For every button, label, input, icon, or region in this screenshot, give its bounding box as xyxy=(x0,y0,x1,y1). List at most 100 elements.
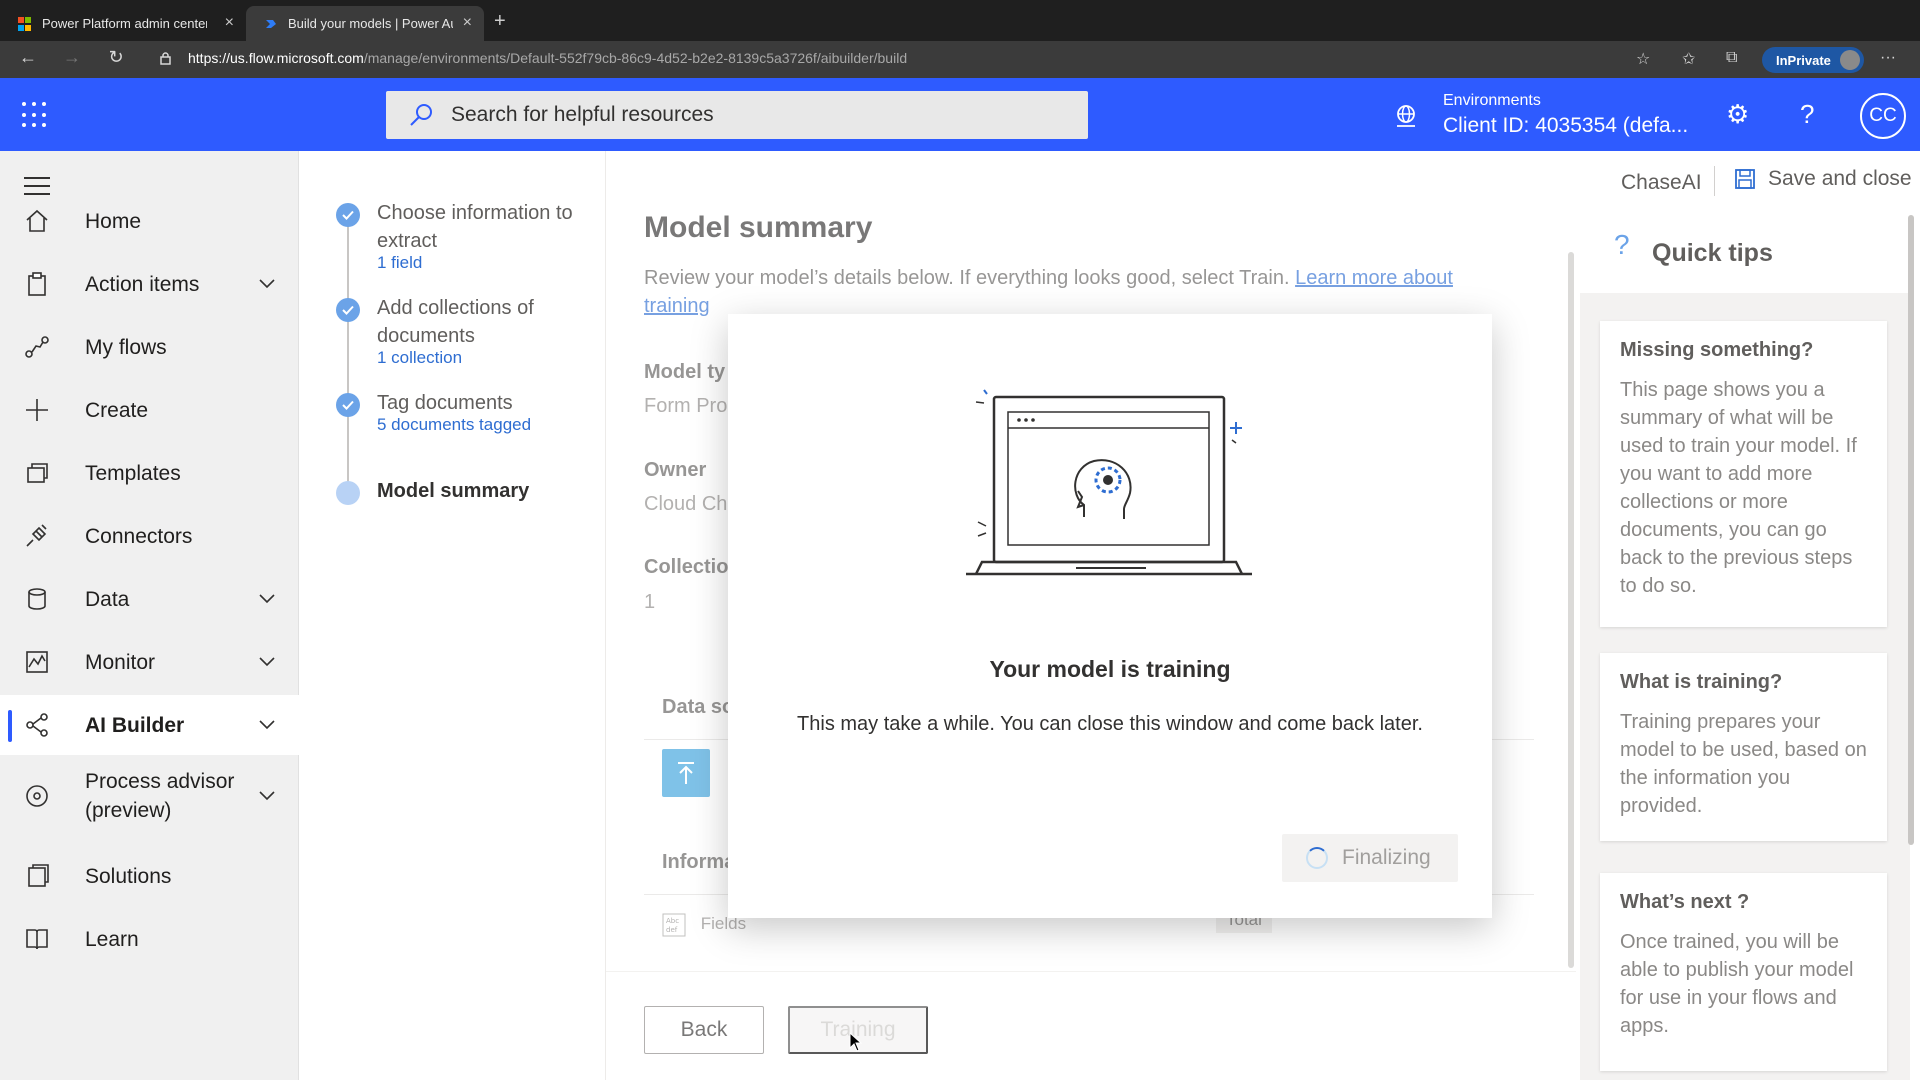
help-icon[interactable]: ? xyxy=(1800,99,1814,130)
clipboard-icon xyxy=(28,272,46,296)
back-arrow-icon[interactable]: ← xyxy=(16,47,40,68)
model-name: ChaseAI xyxy=(1621,171,1702,194)
chevron-down-icon[interactable] xyxy=(258,656,276,668)
mouse-cursor-icon xyxy=(849,1032,863,1052)
sidebar-item-monitor[interactable]: Monitor xyxy=(0,632,299,692)
step-title: Choose information to extract xyxy=(377,202,573,252)
inprivate-badge[interactable]: InPrivate xyxy=(1762,47,1864,73)
sidebar-item-home[interactable]: Home xyxy=(0,191,299,251)
new-tab-icon[interactable]: + xyxy=(494,10,506,33)
step-title: Add collections of documents xyxy=(377,297,534,347)
quick-tips-header: ? Quick tips xyxy=(1580,211,1910,293)
url-field[interactable]: https://us.flow.microsoft.com/manage/env… xyxy=(188,50,907,66)
avatar-initials: CC xyxy=(1869,105,1897,126)
app-launcher-icon[interactable] xyxy=(22,102,48,128)
finalizing-button[interactable]: Finalizing xyxy=(1282,834,1458,882)
sidebar-item-label: Process advisor (preview) xyxy=(85,770,235,822)
step-subtitle[interactable]: 1 field xyxy=(377,253,422,273)
sidebar-item-label: Home xyxy=(85,209,142,233)
add-favorite-icon[interactable]: ☆ xyxy=(1636,49,1650,69)
power-automate-icon xyxy=(266,20,276,28)
browser-tab-admin-center[interactable]: Power Platform admin center × xyxy=(0,6,246,41)
step-title: Tag documents xyxy=(377,392,513,414)
tip-body: This page shows you a summary of what wi… xyxy=(1620,379,1857,597)
sidebar-item-connectors[interactable]: Connectors xyxy=(0,506,299,566)
sidebar-item-label: Templates xyxy=(85,461,181,485)
sidebar-item-process-advisor-preview[interactable]: Process advisor (preview) xyxy=(0,758,299,834)
dialog-description: This may take a while. You can close thi… xyxy=(797,713,1423,735)
chevron-down-icon[interactable] xyxy=(258,719,276,731)
tip-card: Missing something? This page shows you a… xyxy=(1600,321,1887,627)
monitor-icon xyxy=(26,651,48,673)
laptop-brain-illustration xyxy=(966,389,1252,576)
checkmark-icon xyxy=(336,203,360,227)
flow-icon xyxy=(25,336,49,358)
stepper-line xyxy=(347,215,349,495)
sidebar-item-label: Solutions xyxy=(85,864,172,888)
tab-title: Build your models | Power Aut xyxy=(288,16,453,31)
refresh-icon[interactable]: ↻ xyxy=(104,47,128,68)
home-icon xyxy=(26,209,48,232)
quick-tips-title: Quick tips xyxy=(1652,239,1773,267)
close-tab-icon[interactable]: × xyxy=(463,14,472,32)
process-advisor-icon xyxy=(26,785,48,807)
avatar[interactable]: CC xyxy=(1860,93,1906,139)
save-and-close-button[interactable]: Save and close xyxy=(1734,167,1912,191)
gear-icon[interactable]: ⚙ xyxy=(1726,99,1749,130)
cylinder-icon xyxy=(28,588,46,610)
save-icon xyxy=(1735,169,1755,189)
training-dialog: Your model is training This may take a w… xyxy=(728,314,1492,918)
sidebar-item-label: Action items xyxy=(85,272,200,296)
command-bar: ChaseAI Save and close xyxy=(606,151,1920,211)
forward-arrow-icon[interactable]: → xyxy=(60,47,84,68)
sidebar-item-my-flows[interactable]: My flows xyxy=(0,317,299,377)
checkmark-icon xyxy=(336,393,360,417)
sidebar-item-ai-builder[interactable]: AI Builder xyxy=(0,695,299,755)
solutions-icon xyxy=(28,864,49,887)
environment-picker[interactable]: Client ID: 4035354 (defa... xyxy=(1443,114,1688,138)
chevron-down-icon[interactable] xyxy=(258,790,276,802)
environments-label: Environments xyxy=(1443,92,1541,109)
chevron-down-icon[interactable] xyxy=(258,593,276,605)
sidebar-item-solutions[interactable]: Solutions xyxy=(0,846,299,906)
tips-scrollbar[interactable] xyxy=(1908,215,1914,845)
favorites-icon[interactable]: ✩ xyxy=(1682,49,1695,69)
collections-icon[interactable]: ⧉ xyxy=(1726,49,1737,67)
tip-card: What is training? Training prepares your… xyxy=(1600,653,1887,841)
more-options-icon[interactable]: ··· xyxy=(1880,49,1896,67)
sidebar-item-label: Monitor xyxy=(85,650,156,674)
sidebar-item-label: My flows xyxy=(85,335,167,359)
sidebar-item-create[interactable]: Create xyxy=(0,380,299,440)
spinner-icon xyxy=(1306,847,1328,869)
close-tab-icon[interactable]: × xyxy=(225,14,234,32)
tip-title: Missing something? xyxy=(1620,339,1814,361)
step-subtitle[interactable]: 5 documents tagged xyxy=(377,415,531,435)
profile-avatar xyxy=(1840,50,1860,70)
tip-title: What is training? xyxy=(1620,671,1783,693)
sidebar-item-label: AI Builder xyxy=(85,713,185,737)
sidebar-item-templates[interactable]: Templates xyxy=(0,443,299,503)
browser-tab-build-models[interactable]: Build your models | Power Aut × xyxy=(246,6,484,41)
templates-icon xyxy=(27,463,48,483)
finalizing-label: Finalizing xyxy=(1342,846,1431,869)
checkmark-icon xyxy=(336,298,360,322)
current-step-dot xyxy=(336,481,360,505)
step-subtitle[interactable]: 1 collection xyxy=(377,348,462,368)
microsoft-logo-icon xyxy=(18,17,32,31)
sidebar-item-data[interactable]: Data xyxy=(0,569,299,629)
sidebar-item-label: Connectors xyxy=(85,524,193,548)
sidebar-item-learn[interactable]: Learn xyxy=(0,909,299,969)
search-input[interactable]: Search for helpful resources xyxy=(386,91,1088,139)
step-title: Model summary xyxy=(377,480,530,502)
sidebar-item-action-items[interactable]: Action items xyxy=(0,254,299,314)
browser-tab-bar: Power Platform admin center × Build your… xyxy=(0,0,1920,41)
tip-card: What’s next ? Once trained, you will be … xyxy=(1600,873,1887,1071)
plug-icon xyxy=(26,524,47,547)
chevron-down-icon[interactable] xyxy=(258,278,276,290)
save-and-close-label: Save and close xyxy=(1768,167,1912,190)
sidebar-item-label: Data xyxy=(85,587,130,611)
address-bar: ← → ↻ https://us.flow.microsoft.com/mana… xyxy=(0,41,1920,78)
sidebar-item-label: Learn xyxy=(85,927,139,951)
search-icon xyxy=(410,104,432,126)
url-host: https://us.flow.microsoft.com xyxy=(188,50,364,66)
